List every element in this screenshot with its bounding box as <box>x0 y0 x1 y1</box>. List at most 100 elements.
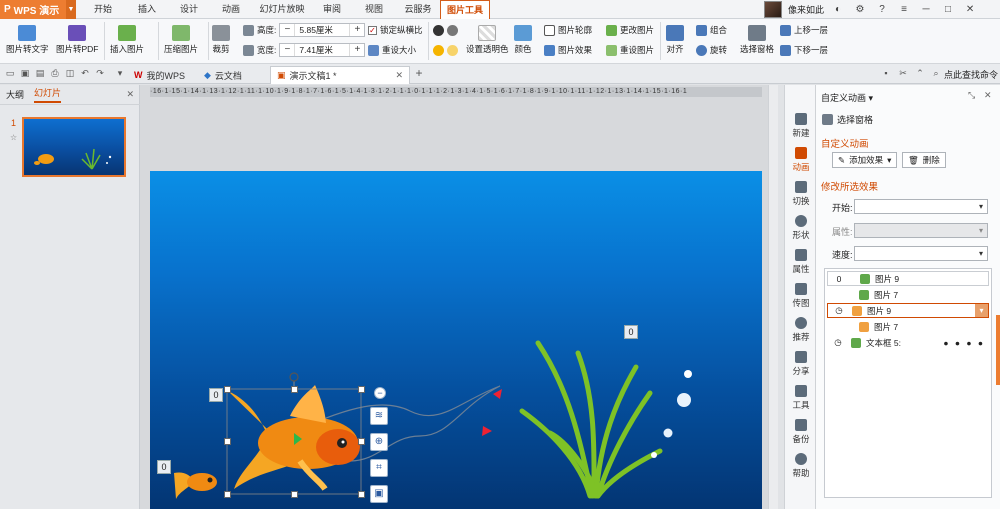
tab-animation[interactable]: 动画 <box>214 0 248 19</box>
delete-button[interactable]: 🗑 删除 <box>902 152 946 168</box>
strip-recommend[interactable]: 推荐 <box>785 317 817 343</box>
tab-insert[interactable]: 插入 <box>130 0 164 19</box>
list-item[interactable]: 图片 7 <box>827 287 989 302</box>
pin-icon[interactable]: ⤡ <box>968 90 975 101</box>
collapse-float-icon[interactable]: − <box>374 387 386 399</box>
open-folder-icon[interactable]: ▭ <box>4 68 16 80</box>
vertical-scrollbar[interactable] <box>768 85 778 509</box>
resize-handle[interactable] <box>224 491 231 498</box>
animation-order-badge[interactable]: 0 <box>209 388 223 402</box>
list-item[interactable]: ◷ 文本框 5: ● ● ● ● <box>827 335 989 350</box>
wps-app-button[interactable]: P WPS 演示 ▼ <box>0 0 76 19</box>
zoom-icon[interactable]: ⊕ <box>370 433 388 451</box>
reset-size-button[interactable]: 重设大小 <box>368 43 416 57</box>
crop-float-icon[interactable]: ⌗ <box>370 459 388 477</box>
resize-handle[interactable] <box>224 438 231 445</box>
goldfish-small[interactable] <box>174 472 217 499</box>
resize-handle[interactable] <box>358 438 365 445</box>
plus-icon[interactable]: + <box>350 44 364 56</box>
save-icon[interactable]: ▣ <box>19 68 31 80</box>
collapse-icon[interactable]: ⌃ <box>914 68 926 80</box>
slide-thumbnail[interactable] <box>22 117 126 177</box>
resize-handle[interactable] <box>358 386 365 393</box>
resize-handle[interactable] <box>358 491 365 498</box>
strip-animation[interactable]: 动画 <box>785 147 817 173</box>
add-tab-icon[interactable]: + <box>413 66 425 80</box>
search-command-input[interactable]: 点此查找命令 <box>944 68 998 81</box>
set-transparent-button[interactable]: 设置透明色 <box>466 25 509 55</box>
skin-icon[interactable]: ◐ <box>830 4 846 15</box>
minimize-icon[interactable]: ─ <box>918 4 934 15</box>
reset-picture-button[interactable]: 重设图片 <box>606 43 654 57</box>
add-effect-button[interactable]: ✎ 添加效果 ▾ <box>832 152 898 168</box>
width-value[interactable]: 7.41厘米 <box>294 44 351 56</box>
rotate-handle-icon[interactable] <box>289 372 299 382</box>
crop-button[interactable]: 裁剪 <box>212 25 230 55</box>
strip-upload-picture[interactable]: 传图 <box>785 283 817 309</box>
tab-start[interactable]: 开始 <box>86 0 120 19</box>
change-picture-button[interactable]: 更改图片 <box>606 23 654 37</box>
tab-view[interactable]: 视图 <box>358 0 390 19</box>
redo-icon[interactable]: ↷ <box>94 68 106 80</box>
plus-icon[interactable]: + <box>350 24 364 36</box>
seaweed[interactable] <box>519 340 663 499</box>
picture-float-icon[interactable]: ▣ <box>370 485 388 503</box>
picture-effect-button[interactable]: 图片效果 <box>544 43 592 57</box>
strip-tools[interactable]: 工具 <box>785 385 817 411</box>
contrast-low-icon[interactable] <box>447 24 458 36</box>
close-icon[interactable]: ✕ <box>126 89 134 100</box>
height-value[interactable]: 5.85厘米 <box>294 24 351 36</box>
group-button[interactable]: 组合 <box>696 23 727 37</box>
list-item[interactable]: 0 图片 9 <box>827 271 989 286</box>
speed-dropdown[interactable]: ▾ <box>854 246 988 261</box>
brightness-up-icon[interactable] <box>433 44 444 56</box>
tab-cloud[interactable]: 云服务 <box>398 0 438 19</box>
animation-order-badge[interactable]: 0 <box>624 325 638 339</box>
help-icon[interactable]: ? <box>874 4 890 15</box>
bubble[interactable] <box>663 428 673 438</box>
list-item[interactable]: 图片 7 <box>827 319 989 334</box>
tab-design[interactable]: 设计 <box>172 0 206 19</box>
height-spinner[interactable]: − 5.85厘米 + <box>279 23 366 37</box>
strip-transition[interactable]: 切换 <box>785 181 817 207</box>
panel-edge-tab[interactable] <box>996 315 1000 385</box>
pic-to-pdf-button[interactable]: 图片转PDF <box>56 25 99 55</box>
chevron-down-icon[interactable]: ▼ <box>66 0 76 19</box>
selection-pane-button[interactable]: 选择窗格 <box>740 25 774 55</box>
slide-canvas[interactable]: 0 0 0 − ≋ ⊕ ⌗ ▣ <box>150 171 762 509</box>
picture-outline-button[interactable]: 图片轮廓 <box>544 23 592 37</box>
color-button[interactable]: 颜色 <box>514 25 532 55</box>
tab-slides[interactable]: 幻灯片 <box>34 86 62 103</box>
tab-slideshow[interactable]: 幻灯片放映 <box>256 0 308 19</box>
strip-share[interactable]: 分享 <box>785 351 817 377</box>
close-icon[interactable]: ✕ <box>395 70 403 81</box>
maximize-icon[interactable]: □ <box>940 4 956 15</box>
strip-properties[interactable]: 属性 <box>785 249 817 275</box>
minus-icon[interactable]: − <box>280 24 294 36</box>
chevron-down-icon[interactable]: ▾ <box>975 304 988 317</box>
export-icon[interactable]: ▤ <box>34 68 46 80</box>
minus-icon[interactable]: − <box>280 44 294 56</box>
checkbox-checked-icon[interactable]: ✓ <box>368 25 377 35</box>
list-item[interactable]: ◷ 图片 9 ▾ <box>827 303 989 318</box>
selection-pane-link[interactable]: 选择窗格 <box>822 113 873 126</box>
strip-new[interactable]: 新建 <box>785 113 817 139</box>
insert-picture-button[interactable]: 插入图片 <box>110 25 144 55</box>
layers-icon[interactable]: ≋ <box>370 407 388 425</box>
animation-order-badge[interactable]: 0 <box>157 460 171 474</box>
tab-cloud-docs[interactable]: ◆ 云文档 <box>198 66 248 84</box>
strip-backup[interactable]: 备份 <box>785 419 817 445</box>
contrast-icon[interactable] <box>433 24 444 36</box>
preview-icon[interactable]: ◫ <box>64 68 76 80</box>
send-backward-button[interactable]: 下移一层 <box>780 43 828 57</box>
tab-review[interactable]: 审阅 <box>316 0 348 19</box>
bubble[interactable] <box>677 393 691 407</box>
strip-shape[interactable]: 形状 <box>785 215 817 241</box>
align-button[interactable]: 对齐 <box>666 25 684 55</box>
strip-help[interactable]: 帮助 <box>785 453 817 479</box>
undo-icon[interactable]: ↶ <box>79 68 91 80</box>
close-icon[interactable]: ✕ <box>984 90 992 101</box>
bubble[interactable] <box>684 370 692 378</box>
panel-header[interactable]: 自定义动画 ▾ <box>821 91 873 104</box>
menu-icon[interactable]: ≡ <box>896 4 912 15</box>
